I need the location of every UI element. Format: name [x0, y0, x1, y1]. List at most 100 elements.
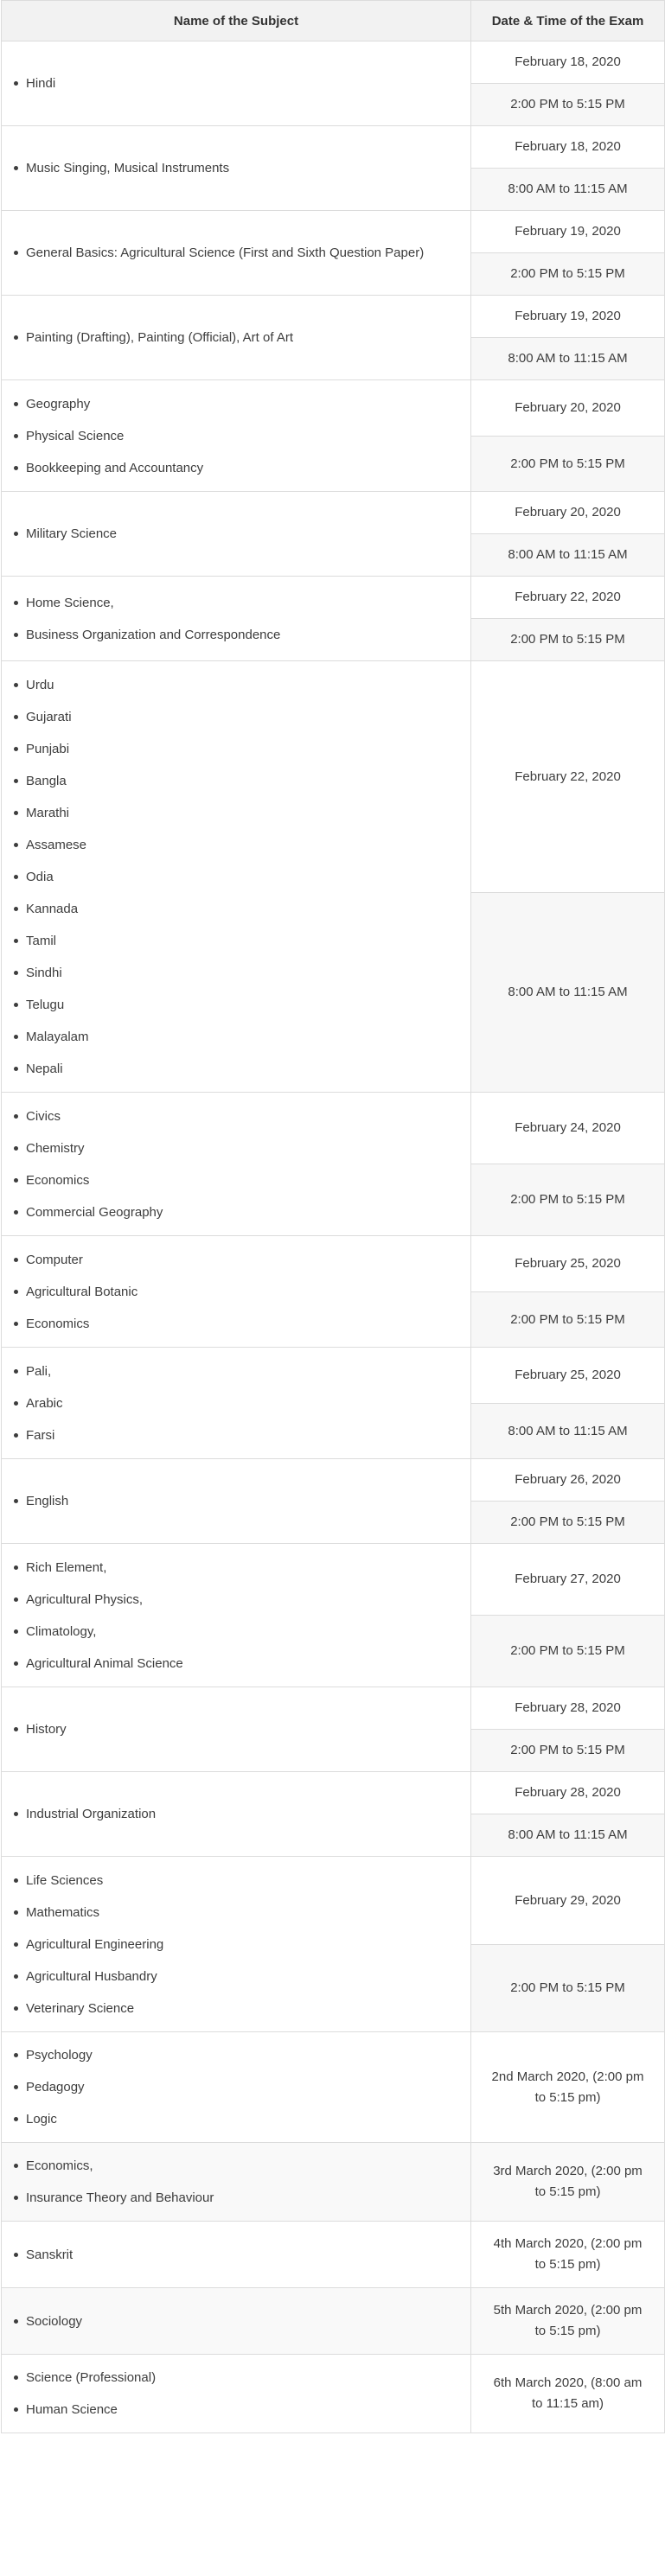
subject-list: Urdu Gujarati Punjabi Bangla Marathi Assamese… — [10, 669, 470, 1085]
subject-cell: Computer Agricultural Botanic Economics — [1, 1235, 471, 1348]
exam-date: February 20, 2020 — [470, 491, 665, 534]
exam-date: February 28, 2020 — [470, 1771, 665, 1814]
exam-schedule-table: Name of the Subject Date & Time of the E… — [1, 0, 665, 2433]
table-row: Home Science, Business Organization and C… — [1, 576, 665, 661]
subject-cell: Urdu Gujarati Punjabi Bangla Marathi Assamese… — [1, 660, 471, 1093]
table-row: Psychology Pedagogy Logic 2nd March 2020, (… — [1, 2031, 665, 2143]
subject-item: Kannada — [10, 893, 470, 925]
exam-date: February 22, 2020 — [470, 660, 665, 893]
subject-item: Veterinary Science — [10, 1993, 470, 2024]
subject-list: Hindi — [10, 67, 470, 99]
subject-item: Business Organization and Correspondence — [10, 619, 470, 651]
subject-list: Geography Physical Science Bookkeeping and… — [10, 388, 470, 484]
subject-item: Bookkeeping and Accountancy — [10, 452, 470, 484]
subject-item: Agricultural Animal Science — [10, 1648, 470, 1680]
date-time-column-header: Date & Time of the Exam — [470, 0, 665, 41]
subject-column-header: Name of the Subject — [1, 0, 471, 41]
table-body: Hindi February 18, 2020 2:00 PM to 5:15 PM… — [1, 41, 665, 2433]
subject-item: Military Science — [10, 518, 470, 550]
subject-item: Economics — [10, 1308, 470, 1340]
exam-date: February 26, 2020 — [470, 1458, 665, 1502]
subject-item: Climatology, — [10, 1616, 470, 1648]
subject-list: Civics Chemistry Economics Commercial Geogr… — [10, 1100, 470, 1228]
subject-list: Home Science, Business Organization and C… — [10, 587, 470, 651]
table-row: Pali, Arabic Farsi February 25, 2020 — [1, 1347, 665, 1459]
subject-item: Malayalam — [10, 1021, 470, 1053]
exam-time: 8:00 AM to 11:15 AM — [470, 1403, 665, 1459]
subject-item: Insurance Theory and Behaviour — [10, 2182, 470, 2214]
exam-date: February 29, 2020 — [470, 1856, 665, 1945]
exam-date-time: 2nd March 2020, (2:00 pm to 5:15 pm) — [470, 2031, 665, 2143]
table-row: Painting (Drafting), Painting (Official)… — [1, 295, 665, 380]
subject-list: Military Science — [10, 518, 470, 550]
subject-item: Arabic — [10, 1387, 470, 1419]
exam-date-time: 6th March 2020, (8:00 am to 11:15 am) — [470, 2354, 665, 2433]
subject-item: Industrial Organization — [10, 1798, 470, 1830]
table-row: Science (Professional) Human Science 6th M… — [1, 2354, 665, 2433]
subject-list: General Basics: Agricultural Science (Fi… — [10, 237, 470, 269]
exam-date: February 25, 2020 — [470, 1347, 665, 1404]
table-row: Military Science February 20, 2020 — [1, 491, 665, 577]
exam-time: 2:00 PM to 5:15 PM — [470, 1729, 665, 1772]
subject-list: Industrial Organization — [10, 1798, 470, 1830]
exam-time: 8:00 AM to 11:15 AM — [470, 533, 665, 577]
exam-date: February 20, 2020 — [470, 379, 665, 437]
subject-cell: Hindi — [1, 41, 471, 126]
subject-cell: Military Science — [1, 491, 471, 577]
table-row: English February 26, 2020 — [1, 1458, 665, 1544]
subject-list: Painting (Drafting), Painting (Official)… — [10, 322, 470, 354]
exam-date: February 25, 2020 — [470, 1235, 665, 1292]
table-row: Sociology 5th March 2020, (2:00 pm to 5:1… — [1, 2287, 665, 2355]
subject-cell: English — [1, 1458, 471, 1544]
subject-item: Psychology — [10, 2039, 470, 2071]
subject-item: Civics — [10, 1100, 470, 1132]
exam-date: February 19, 2020 — [470, 295, 665, 338]
exam-date-time: 4th March 2020, (2:00 pm to 5:15 pm) — [470, 2221, 665, 2288]
exam-date: February 28, 2020 — [470, 1687, 665, 1730]
exam-time: 2:00 PM to 5:15 PM — [470, 1615, 665, 1687]
table-row: Sanskrit 4th March 2020, (2:00 pm to 5:15… — [1, 2221, 665, 2288]
table-row: History February 28, 2020 — [1, 1687, 665, 1772]
exam-time: 2:00 PM to 5:15 PM — [470, 436, 665, 492]
subject-item: Nepali — [10, 1053, 470, 1085]
table-row: Geography Physical Science Bookkeeping and… — [1, 379, 665, 492]
subject-cell: Music Singing, Musical Instruments — [1, 125, 471, 211]
subject-item: Telugu — [10, 989, 470, 1021]
subject-list: Pali, Arabic Farsi — [10, 1355, 470, 1451]
subject-item: Pedagogy — [10, 2071, 470, 2103]
subject-item: Sociology — [10, 2305, 470, 2337]
table-row: Music Singing, Musical Instruments Februa… — [1, 125, 665, 211]
subject-item: Punjabi — [10, 733, 470, 765]
subject-cell: Life Sciences Mathematics Agricultural Eng… — [1, 1856, 471, 2032]
exam-time: 2:00 PM to 5:15 PM — [470, 1944, 665, 2032]
exam-time: 8:00 AM to 11:15 AM — [470, 337, 665, 380]
subject-cell: Economics, Insurance Theory and Behaviour — [1, 2142, 471, 2222]
table-header-row: Name of the Subject Date & Time of the E… — [1, 0, 665, 41]
subject-item: History — [10, 1713, 470, 1745]
exam-date: February 22, 2020 — [470, 576, 665, 619]
exam-time: 2:00 PM to 5:15 PM — [470, 618, 665, 661]
exam-time: 8:00 AM to 11:15 AM — [470, 168, 665, 211]
subject-item: Agricultural Botanic — [10, 1276, 470, 1308]
subject-cell: History — [1, 1687, 471, 1772]
subject-list: Rich Element, Agricultural Physics, Climat… — [10, 1552, 470, 1680]
subject-cell: Rich Element, Agricultural Physics, Climat… — [1, 1543, 471, 1687]
exam-date: February 27, 2020 — [470, 1543, 665, 1616]
subject-item: Sanskrit — [10, 2239, 470, 2271]
subject-item: Gujarati — [10, 701, 470, 733]
exam-date: February 24, 2020 — [470, 1092, 665, 1164]
subject-cell: Sanskrit — [1, 2221, 471, 2288]
subject-item: Physical Science — [10, 420, 470, 452]
subject-item: Urdu — [10, 669, 470, 701]
subject-cell: Science (Professional) Human Science — [1, 2354, 471, 2433]
subject-item: Bangla — [10, 765, 470, 797]
exam-time: 2:00 PM to 5:15 PM — [470, 1164, 665, 1236]
exam-time: 8:00 AM to 11:15 AM — [470, 892, 665, 1093]
exam-date: February 18, 2020 — [470, 125, 665, 169]
table-row: Civics Chemistry Economics Commercial Geogr… — [1, 1092, 665, 1236]
table-row: Urdu Gujarati Punjabi Bangla Marathi Assamese… — [1, 660, 665, 1093]
subject-item: Economics — [10, 1164, 470, 1196]
subject-cell: General Basics: Agricultural Science (Fi… — [1, 210, 471, 296]
subject-list: English — [10, 1485, 470, 1517]
exam-time: 2:00 PM to 5:15 PM — [470, 83, 665, 126]
